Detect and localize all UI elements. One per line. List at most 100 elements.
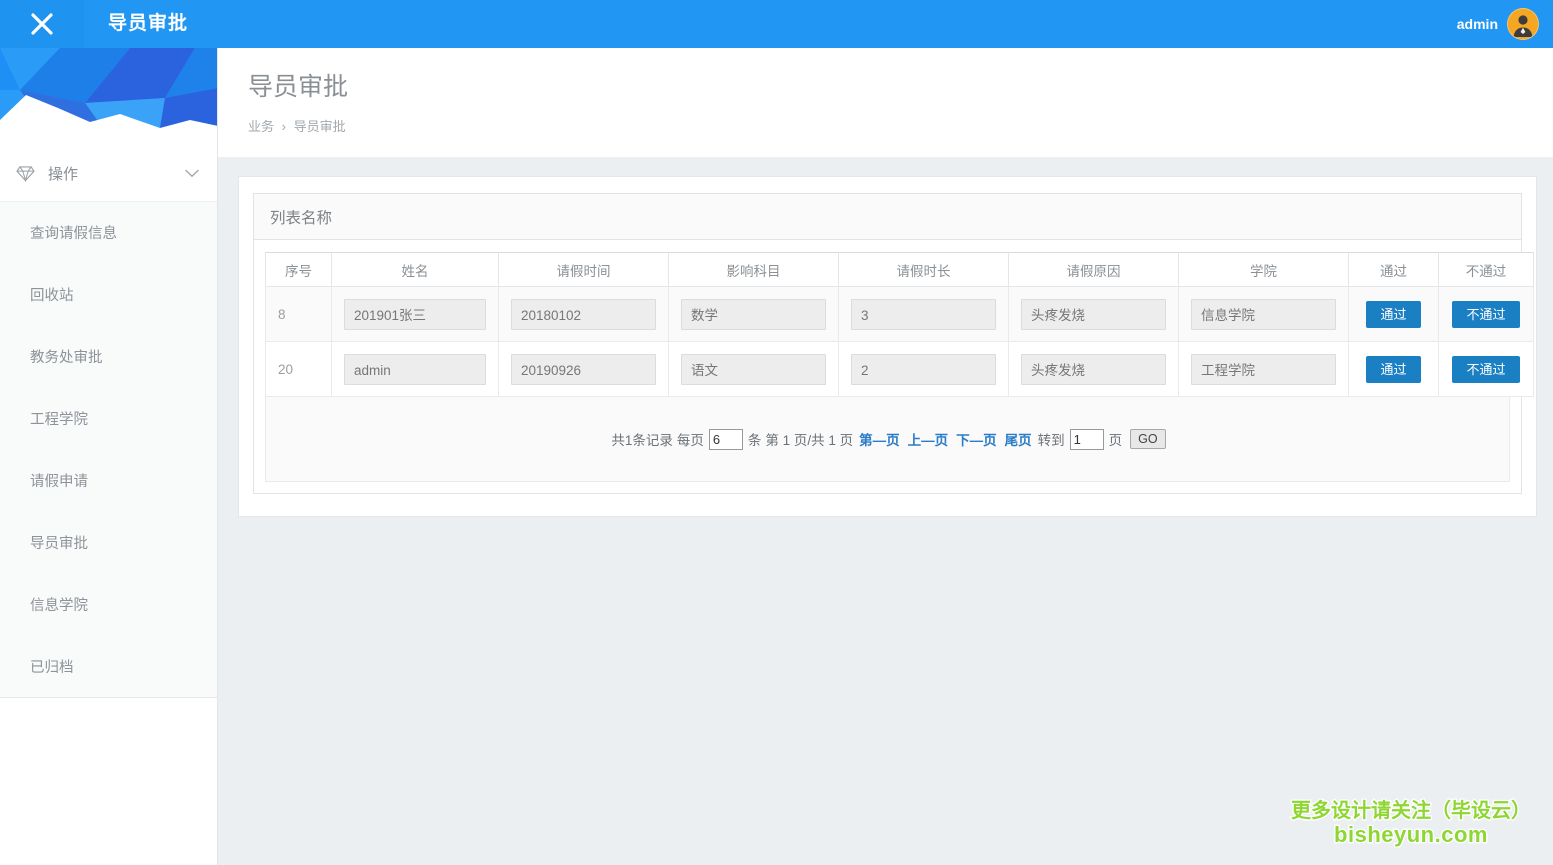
cell-approve: 通过 [1348,341,1439,397]
polygon-banner-graphic [0,48,217,146]
college-input[interactable]: 信息学院 [1191,298,1336,330]
top-bar: 导员审批 admin [0,0,1553,48]
cell-duration: 3 [838,286,1009,342]
user-avatar-icon [1508,9,1538,39]
goto-unit: 页 [1108,433,1123,448]
table-row: 20 admin 20190926 语文 2 头疼发烧 工程学院 通过 不通过 [265,341,1534,397]
sidebar-item-academic-approval[interactable]: 教务处审批 [0,326,217,388]
sidebar-item-label: 教务处审批 [30,350,103,366]
sidebar-item-information-college[interactable]: 信息学院 [0,574,217,636]
panel-header: 列表名称 [254,194,1521,240]
sidebar-item-advisor-approval[interactable]: 导员审批 [0,512,217,574]
col-header-seq: 序号 [265,252,332,287]
goto-label: 转到 [1037,433,1065,448]
breadcrumb: 业务 › 导员审批 [248,116,1553,135]
sidebar-banner [0,48,217,146]
list-panel: 列表名称 序号 姓名 请假时间 影响科目 请假时长 请假原因 学院 通过 不通过… [253,193,1534,494]
sidebar-item-label: 工程学院 [30,412,88,428]
sidebar-menu-list: 查询请假信息 回收站 教务处审批 工程学院 请假申请 导员审批 信息学院 已归档 [0,202,217,698]
sidebar-item-archived[interactable]: 已归档 [0,636,217,698]
subject-input[interactable]: 数学 [681,298,826,330]
name-input[interactable]: admin [344,353,486,385]
first-page-link[interactable]: 第—页 [859,429,900,449]
last-page-link[interactable]: 尾页 [1005,429,1032,449]
panel-title: 列表名称 [270,209,333,227]
col-header-duration: 请假时长 [838,252,1009,287]
col-header-reject: 不通过 [1438,252,1534,287]
user-menu[interactable]: admin [1457,0,1539,48]
table-header-row: 序号 姓名 请假时间 影响科目 请假时长 请假原因 学院 通过 不通过 [265,252,1534,287]
cell-duration: 2 [838,341,1009,397]
cell-reject: 不通过 [1438,341,1534,397]
app-root: 导员审批 admin 操作 查询请假信息 回收站 教务处审批 工程学院 请假申请… [0,0,1553,865]
pagination-bar: 共1条记录 每页 条 第 1 页/共 1 页 第—页 上—页 下—页 尾页 转到… [265,397,1510,482]
sidebar-item-label: 回收站 [30,288,74,304]
cell-name: 201901张三 [331,286,499,342]
college-input[interactable]: 工程学院 [1191,353,1336,385]
cell-seq: 20 [265,341,332,397]
sidebar-item-leave-application[interactable]: 请假申请 [0,450,217,512]
duration-input[interactable]: 2 [851,353,996,385]
diamond-icon [14,165,36,182]
reject-button[interactable]: 不通过 [1452,300,1520,328]
cell-reject: 不通过 [1438,286,1534,342]
cell-reason: 头疼发烧 [1008,341,1179,397]
sidebar: 操作 查询请假信息 回收站 教务处审批 工程学院 请假申请 导员审批 信息学院 … [0,48,218,865]
sidebar-item-query-leave[interactable]: 查询请假信息 [0,202,217,264]
col-header-college: 学院 [1178,252,1349,287]
col-header-subject: 影响科目 [668,252,839,287]
username-label: admin [1456,16,1498,32]
panel-body: 序号 姓名 请假时间 影响科目 请假时长 请假原因 学院 通过 不通过 8 20… [254,240,1534,493]
page-indicator: 第 1 页/共 1 页 [765,433,854,448]
col-header-leave-date: 请假时间 [498,252,669,287]
sidebar-item-recycle-bin[interactable]: 回收站 [0,264,217,326]
reject-button[interactable]: 不通过 [1452,355,1520,383]
reason-input[interactable]: 头疼发烧 [1021,298,1166,330]
sidebar-group-label: 操作 [48,166,79,183]
subject-input[interactable]: 语文 [681,353,826,385]
pagination: 共1条记录 每页 条 第 1 页/共 1 页 第—页 上—页 下—页 尾页 转到… [609,428,1166,450]
prev-page-link[interactable]: 上—页 [908,429,949,449]
name-input[interactable]: 201901张三 [344,298,486,330]
cell-college: 信息学院 [1178,286,1349,342]
leave-date-input[interactable]: 20190926 [511,353,656,385]
duration-input[interactable]: 3 [851,298,996,330]
sidebar-item-label: 已归档 [30,660,74,676]
col-header-reason: 请假原因 [1008,252,1179,287]
sidebar-item-engineering-college[interactable]: 工程学院 [0,388,217,450]
per-page-unit: 条 [747,433,762,448]
leave-date-input[interactable]: 20180102 [511,298,656,330]
content-card: 列表名称 序号 姓名 请假时间 影响科目 请假时长 请假原因 学院 通过 不通过… [238,176,1537,517]
close-button[interactable] [0,0,84,48]
per-page-label: 每页 [676,433,704,448]
approve-button[interactable]: 通过 [1366,300,1421,328]
col-header-name: 姓名 [331,252,499,287]
go-button[interactable]: GO [1130,429,1166,449]
chevron-down-icon[interactable] [185,169,199,178]
sidebar-item-label: 导员审批 [30,536,88,552]
cell-subject: 数学 [668,286,839,342]
next-page-link[interactable]: 下—页 [956,429,997,449]
avatar[interactable] [1507,8,1539,40]
goto-page-input[interactable] [1069,428,1104,450]
breadcrumb-separator: › [281,118,286,134]
cell-subject: 语文 [668,341,839,397]
main-content: 导员审批 业务 › 导员审批 列表名称 序号 姓名 请假时间 影响科目 请假时长… [218,48,1553,865]
cell-college: 工程学院 [1178,341,1349,397]
approval-table: 序号 姓名 请假时间 影响科目 请假时长 请假原因 学院 通过 不通过 8 20… [265,252,1534,397]
approve-button[interactable]: 通过 [1366,355,1421,383]
reason-input[interactable]: 头疼发烧 [1021,353,1166,385]
page-header: 导员审批 业务 › 导员审批 [218,48,1553,157]
cell-seq: 8 [265,286,332,342]
per-page-input[interactable] [708,428,743,450]
sidebar-group-operations[interactable]: 操作 [0,146,217,202]
page-title: 导员审批 [248,73,349,101]
sidebar-item-label: 请假申请 [30,474,88,490]
breadcrumb-root[interactable]: 业务 [248,119,274,134]
total-records-label: 共1条记录 [611,433,673,448]
sidebar-item-label: 查询请假信息 [30,226,117,242]
col-header-approve: 通过 [1348,252,1439,287]
table-row: 8 201901张三 20180102 数学 3 头疼发烧 信息学院 通过 不通… [265,286,1534,342]
breadcrumb-current: 导员审批 [293,118,346,134]
cell-leave-date: 20190926 [498,341,669,397]
